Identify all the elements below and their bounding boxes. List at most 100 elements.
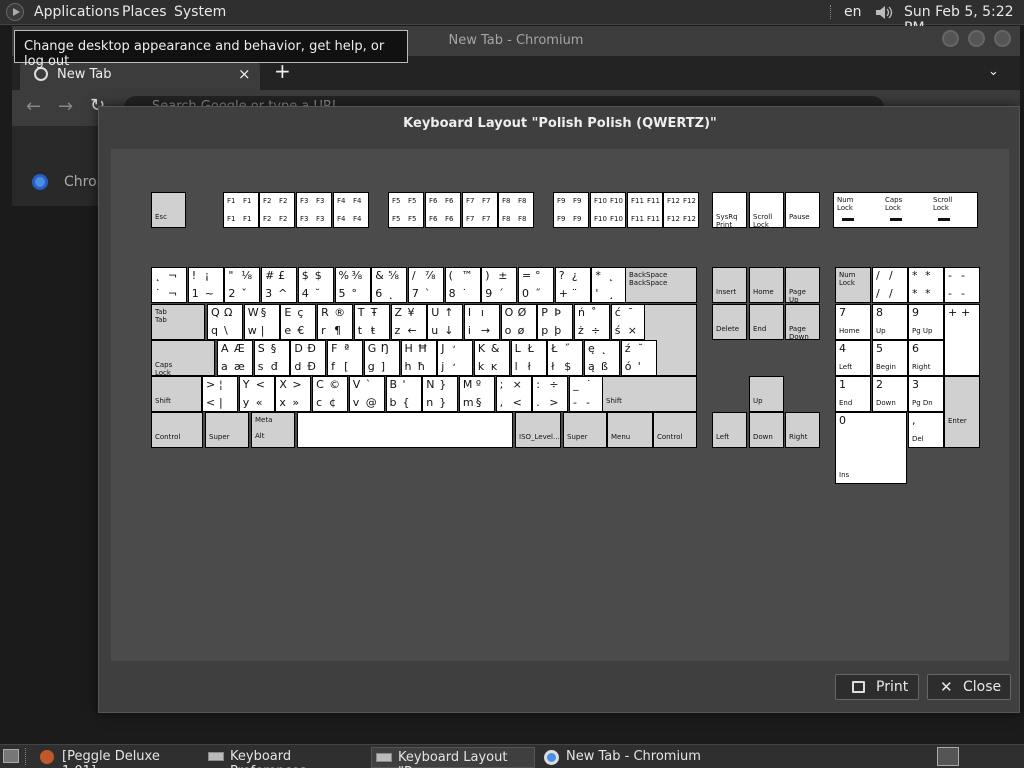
key-label: SysRq Print	[716, 213, 738, 229]
key-glyph: 3	[265, 287, 273, 300]
key-glyph: ,	[499, 396, 504, 409]
key-row4: C © c ¢	[312, 376, 349, 412]
key-glyph: ÷	[549, 378, 559, 391]
task-keyboard-preferences[interactable]: Keyboard Preferences	[204, 747, 366, 768]
key-glyph: g	[367, 360, 375, 373]
key-label: Scroll Lock	[753, 213, 773, 229]
key-glyph: 2	[228, 287, 236, 300]
led-label: Num Lock	[837, 196, 854, 212]
key-row3: DĐdĐ	[290, 340, 327, 376]
key-glyph: L	[514, 342, 521, 355]
key-glyph: Ø	[517, 306, 527, 319]
key-glyph: ˙	[155, 287, 161, 300]
system-menu[interactable]: System	[174, 4, 226, 20]
key-glyph: ×	[512, 378, 522, 391]
places-menu[interactable]: Places	[122, 4, 167, 20]
bottom-taskbar: [Peggle Deluxe 1.01] Keyboard Preference…	[0, 744, 1024, 768]
key-glyph: ª	[344, 342, 350, 355]
key-glyph: ÷	[591, 324, 601, 337]
task-chromium[interactable]: New Tab - Chromium	[540, 747, 730, 768]
printer-icon	[852, 681, 865, 693]
forward-icon[interactable]: →	[58, 96, 73, 117]
keyboard-icon	[376, 753, 392, 762]
minimize-button[interactable]	[942, 30, 959, 47]
key-glyph: l	[514, 360, 518, 373]
key-row3: ź ˘ ó '	[620, 340, 657, 376]
key-row1: & ⅝ 6 ˛	[371, 267, 408, 303]
key-glyph: Begin	[876, 363, 896, 371]
key-glyph: Ŋ	[380, 342, 390, 355]
key-glyph: $	[314, 269, 322, 282]
key-row4: B ' b {	[385, 376, 422, 412]
key-row1: % ⅜ 5 °	[334, 267, 371, 303]
key-glyph: ¿	[571, 269, 578, 282]
volume-icon[interactable]	[874, 4, 894, 21]
key-numpad-12: 1 End	[835, 376, 871, 412]
key-glyph: ˝	[564, 342, 570, 355]
key-nav-4: End	[749, 304, 784, 340]
close-button[interactable]: ✕ Close	[927, 674, 1011, 700]
key-glyph: F5	[392, 215, 401, 223]
key-glyph: º	[475, 378, 482, 391]
tab-title: New Tab	[57, 67, 112, 82]
key-row4: N} n}	[422, 376, 459, 412]
key-glyph: M	[462, 378, 473, 391]
key-glyph: 4	[839, 342, 846, 355]
print-button[interactable]: Print	[835, 674, 919, 700]
key-glyph: Right	[912, 363, 931, 371]
maximize-button[interactable]	[968, 30, 985, 47]
key-row4: Mº m §	[458, 376, 495, 412]
key-glyph: P	[541, 306, 548, 319]
key-label: Control	[657, 433, 683, 441]
show-desktop-icon[interactable]	[3, 749, 19, 763]
key-glyph: ł	[527, 360, 531, 373]
key-glyph: F10	[594, 197, 607, 205]
task-keyboard-layout[interactable]: Keyboard Layout "P...	[371, 747, 535, 768]
key-glyph: B	[389, 378, 398, 391]
key-glyph: 5	[338, 287, 346, 300]
key-bottom-0: Control	[151, 412, 203, 448]
key-glyph: F7	[482, 215, 491, 223]
applications-menu[interactable]: Applications	[34, 4, 120, 20]
key-glyph: «	[255, 396, 263, 409]
key-glyph: F6	[429, 215, 438, 223]
key-glyph: &	[490, 342, 500, 355]
key-glyph: §	[475, 396, 482, 409]
key-glyph: F1	[227, 197, 236, 205]
key-numpad-15: Enter	[944, 376, 980, 448]
key-glyph: |	[219, 396, 223, 409]
close-window-button[interactable]	[994, 30, 1011, 47]
task-peggle[interactable]: [Peggle Deluxe 1.01]	[36, 747, 196, 768]
key-row3: Fª f [	[327, 340, 364, 376]
key-glyph: >	[292, 378, 302, 391]
key-glyph: 8	[448, 287, 456, 300]
key-tab: Tab Tab	[151, 304, 205, 340]
key-glyph: e	[284, 324, 292, 337]
key-glyph: Home	[839, 327, 860, 335]
gnome-foot-icon[interactable]	[6, 3, 24, 21]
key-row3: S § s đ	[253, 340, 290, 376]
key-glyph: ⅞	[424, 269, 436, 282]
key-glyph: z	[394, 324, 401, 337]
workspace-switcher[interactable]	[937, 747, 959, 766]
key-glyph: X	[279, 378, 287, 391]
key-glyph: i	[467, 324, 471, 337]
tab-search-chevron-icon[interactable]: ⌄	[988, 64, 999, 79]
key-glyph: ™	[461, 269, 473, 282]
key-sysrq: SysRq Print	[712, 192, 747, 229]
key-glyph: ;	[499, 378, 504, 391]
key-numpad-0: Num Lock	[835, 267, 871, 303]
key-glyph: *	[912, 287, 918, 300]
keyboard-language-indicator[interactable]: en	[844, 4, 862, 20]
key-row4: ; ×, <	[495, 376, 532, 412]
key-glyph: v	[352, 396, 360, 409]
key-glyph: ^	[278, 287, 288, 300]
key-row3: ę ˛ ą ß	[584, 340, 620, 376]
close-tab-icon[interactable]: ×	[238, 65, 251, 83]
key-label: Menu	[611, 433, 631, 441]
key-glyph: [	[344, 360, 349, 373]
back-icon[interactable]: ←	[26, 96, 41, 117]
key-label: Super	[209, 433, 230, 441]
key-numpad-2: * * * *	[908, 267, 944, 303]
key-glyph: 0	[522, 287, 529, 300]
